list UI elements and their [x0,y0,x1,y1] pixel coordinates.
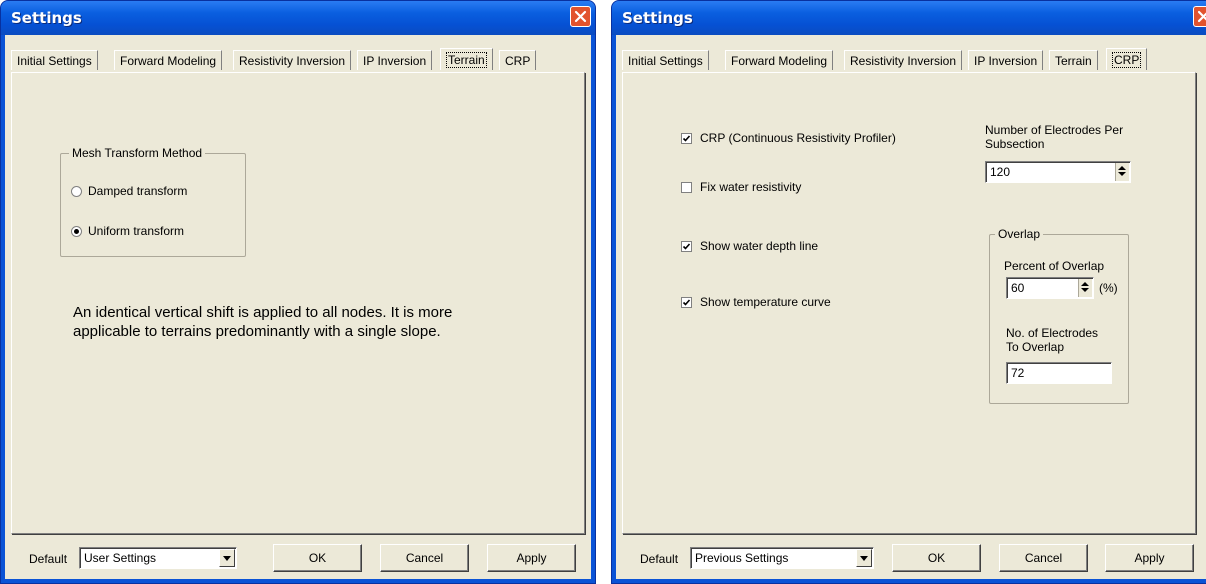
radio-selected-icon [71,225,82,237]
description-line-2: applicable to terrains predominantly wit… [73,323,441,340]
chevron-down-icon [223,556,231,561]
right-tab-forward-modeling[interactable]: Forward Modeling [725,50,834,70]
show-water-depth-label: Show water depth line [700,239,819,253]
right-default-label: Default [640,552,679,566]
spin-buttons[interactable] [1078,279,1092,297]
mesh-transform-group-label: Mesh Transform Method [69,146,206,160]
damped-transform-label: Damped transform [88,184,188,198]
chevron-down-icon [860,556,868,561]
spin-buttons[interactable] [1115,163,1129,181]
spin-arrows-icon [1118,166,1126,176]
left-tab-forward-modeling[interactable]: Forward Modeling [114,50,223,70]
percent-overlap-value: 60 [1011,281,1025,295]
left-default-dropdown-button[interactable] [219,549,235,567]
left-default-select[interactable]: User Settings [79,547,237,569]
close-icon [574,10,587,23]
electrodes-to-overlap-input[interactable]: 72 [1006,362,1112,384]
right-default-select[interactable]: Previous Settings [690,547,874,569]
show-water-depth-checkbox[interactable]: Show water depth line [681,239,818,253]
show-temperature-checkbox[interactable]: Show temperature curve [681,295,831,309]
left-window-title: Settings [11,9,82,27]
left-tab-initial-settings[interactable]: Initial Settings [11,50,98,70]
right-window-title: Settings [622,9,693,27]
overlap-group-label: Overlap [995,227,1044,241]
terrain-description: An identical vertical shift is applied t… [73,303,573,341]
show-temperature-label: Show temperature curve [700,295,831,309]
uniform-transform-radio[interactable]: Uniform transform [71,224,184,238]
right-apply-button[interactable]: Apply [1105,544,1194,572]
electrodes-label-line-1: Number of Electrodes Per [985,123,1124,137]
left-title-bar[interactable]: Settings [1,1,595,35]
left-default-label: Default [29,552,68,566]
electrodes-per-subsection-label: Number of Electrodes Per Subsection [985,123,1123,151]
electrodes-per-subsection-spinner[interactable]: 120 [985,161,1131,183]
right-default-select-value: Previous Settings [695,551,789,565]
right-tab-ip-inversion[interactable]: IP Inversion [968,50,1044,70]
electrodes-to-overlap-value: 72 [1011,366,1025,380]
left-apply-button[interactable]: Apply [487,544,576,572]
crp-checkbox[interactable]: CRP (Continuous Resistivity Profiler) [681,131,896,145]
left-tab-ip-inversion[interactable]: IP Inversion [357,50,433,70]
spin-arrows-icon [1081,282,1089,292]
left-client-area: Initial Settings Forward Modeling Resist… [5,35,591,579]
crp-checkbox-label: CRP (Continuous Resistivity Profiler) [700,131,896,145]
electrodes-label-line-2: Subsection [985,137,1045,151]
right-close-button[interactable] [1193,6,1206,27]
right-tab-resistivity-inversion[interactable]: Resistivity Inversion [844,50,963,70]
left-tab-strip: Initial Settings Forward Modeling Resist… [11,48,585,72]
electrodes-to-overlap-label: No. of Electrodes To Overlap [1006,326,1098,354]
close-icon [1197,10,1206,23]
right-client-area: Initial Settings Forward Modeling Resist… [616,35,1206,579]
left-tab-crp[interactable]: CRP [499,50,537,70]
right-cancel-button[interactable]: Cancel [999,544,1088,572]
percent-overlap-spinner[interactable]: 60 [1006,277,1094,299]
fix-water-resistivity-checkbox[interactable]: Fix water resistivity [681,180,801,194]
electrodes-per-subsection-value: 120 [990,165,1011,179]
checkbox-checked-icon [681,296,692,308]
percent-unit-label: (%) [1099,281,1118,295]
right-tab-initial-settings[interactable]: Initial Settings [622,50,709,70]
electrodes-overlap-line-1: No. of Electrodes [1006,326,1099,340]
left-cancel-button[interactable]: Cancel [380,544,469,572]
electrodes-overlap-line-2: To Overlap [1006,340,1065,354]
checkbox-icon [681,181,692,193]
left-tab-terrain[interactable]: Terrain [440,48,493,70]
right-ok-button[interactable]: OK [892,544,981,572]
left-default-select-value: User Settings [84,551,157,565]
checkbox-checked-icon [681,240,692,252]
mesh-transform-group: Mesh Transform Method Damped transform U… [60,146,246,257]
right-settings-window: Settings Initial Settings Forward Modeli… [611,0,1206,584]
uniform-transform-label: Uniform transform [88,224,185,238]
description-line-1: An identical vertical shift is applied t… [73,304,453,321]
left-close-button[interactable] [570,6,591,27]
right-tab-terrain[interactable]: Terrain [1049,50,1098,70]
damped-transform-radio[interactable]: Damped transform [71,184,187,198]
checkbox-checked-icon [681,132,692,144]
left-tab-resistivity-inversion[interactable]: Resistivity Inversion [233,50,352,70]
right-tab-strip: Initial Settings Forward Modeling Resist… [622,48,1200,72]
radio-icon [71,185,82,197]
fix-water-resistivity-label: Fix water resistivity [700,180,802,194]
right-tab-page: CRP (Continuous Resistivity Profiler) Fi… [622,72,1196,534]
left-ok-button[interactable]: OK [273,544,362,572]
right-title-bar[interactable]: Settings [612,1,1206,35]
left-tab-page: Mesh Transform Method Damped transform U… [11,72,585,534]
percent-overlap-label: Percent of Overlap [1004,259,1105,273]
overlap-group: Overlap Percent of Overlap 60 (%) No. of… [989,227,1129,404]
right-tab-crp[interactable]: CRP [1106,48,1148,70]
left-settings-window: Settings Initial Settings Forward Modeli… [0,0,596,584]
right-default-dropdown-button[interactable] [856,549,872,567]
